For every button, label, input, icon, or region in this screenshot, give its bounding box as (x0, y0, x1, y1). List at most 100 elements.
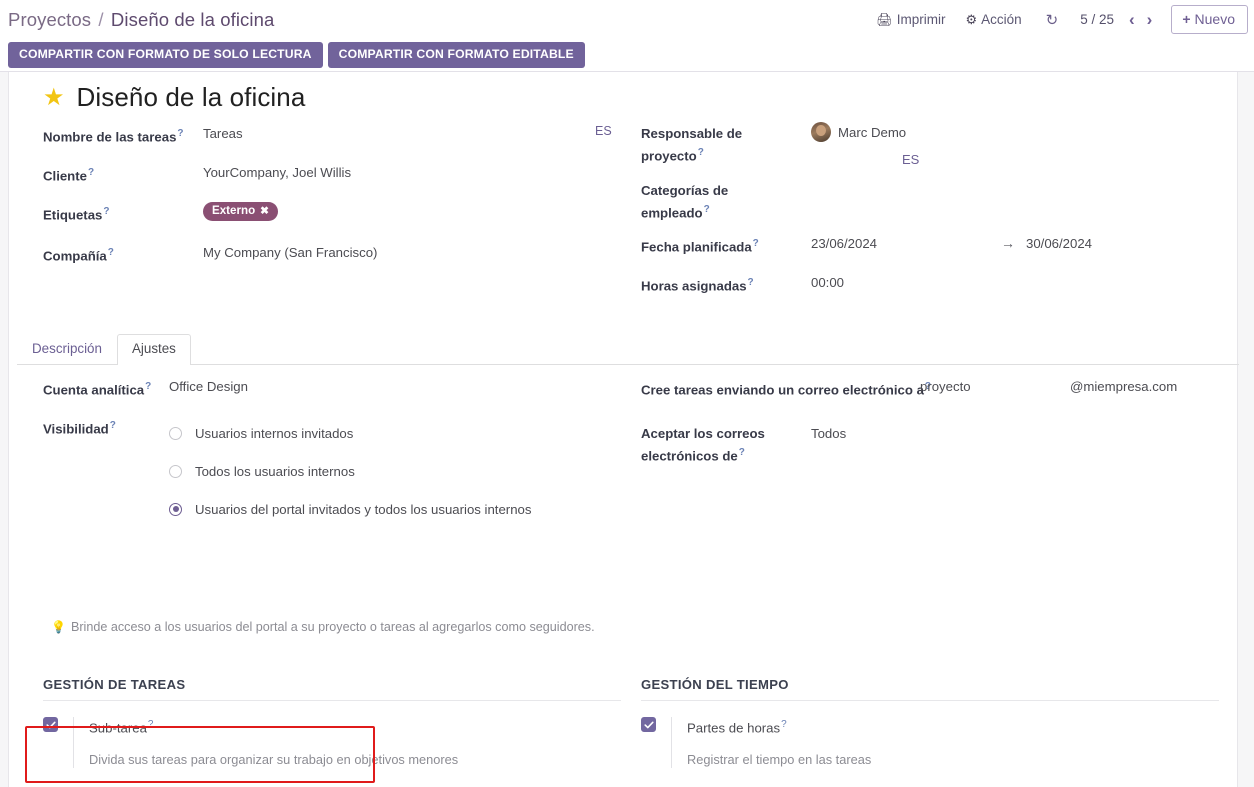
tab-bar: Descripción Ajustes (17, 333, 1239, 365)
radio-icon[interactable] (169, 464, 182, 478)
field-value-analytic-account[interactable]: Office Design (169, 377, 248, 396)
field-label: Compañía? (43, 247, 114, 264)
visibility-radio-group: Usuarios internos invitados Todos los us… (169, 414, 531, 528)
field-label: Categorías de empleado? (641, 183, 729, 221)
field-value-company[interactable]: My Company (San Francisco) (203, 243, 377, 262)
checkbox-timesheets[interactable] (641, 717, 656, 732)
help-icon[interactable]: ? (145, 381, 151, 392)
section-task-management: GESTIÓN DE TAREAS Sub-tarea? Divida sus … (43, 677, 621, 787)
close-icon[interactable]: ✖ (260, 206, 269, 217)
help-icon[interactable]: ? (108, 247, 114, 258)
radio-icon[interactable] (169, 426, 182, 440)
lightbulb-icon: 💡 (51, 620, 66, 634)
printer-icon: 🖨 (876, 12, 893, 27)
help-icon[interactable]: ? (748, 277, 754, 288)
date-range-arrow-icon: → (1001, 235, 1015, 251)
share-readonly-button[interactable]: COMPARTIR CON FORMATO DE SOLO LECTURA (8, 42, 323, 68)
refresh-button[interactable]: ↻ (1032, 7, 1073, 33)
new-button[interactable]: + Nuevo (1171, 5, 1248, 34)
section-title: GESTIÓN DE TAREAS (43, 677, 621, 701)
radio-option-portal-and-internal[interactable]: Usuarios del portal invitados y todos lo… (169, 490, 531, 528)
setting-subtask: Sub-tarea? Divida sus tareas para organi… (43, 701, 621, 769)
lang-badge-task-label[interactable]: ES (595, 124, 612, 138)
field-label: Visibilidad? (43, 420, 116, 437)
field-accept-emails-from: Aceptar los correos electrónicos de? Tod… (641, 424, 1231, 463)
breadcrumb-current: Diseño de la oficina (110, 8, 275, 30)
chevron-left-icon[interactable]: ‹ (1124, 11, 1140, 28)
setting-recurring-tasks: Tareas recurrentes? Autogenerar tareas p… (43, 768, 621, 787)
setting-timesheets: Partes de horas? Registrar el tiempo en … (641, 701, 1219, 769)
radio-option-invited-internal[interactable]: Usuarios internos invitados (169, 414, 531, 452)
field-value-customer[interactable]: YourCompany, Joel Willis (203, 163, 351, 182)
radio-label: Usuarios del portal invitados y todos lo… (195, 501, 532, 517)
field-value-allocated-hours[interactable]: 00:00 (811, 273, 844, 292)
record-title-row: ★ Diseño de la oficina (43, 82, 305, 113)
section-title: GESTIÓN DEL TIEMPO (641, 677, 1219, 701)
help-icon[interactable]: ? (698, 147, 704, 158)
help-icon[interactable]: ? (110, 420, 116, 431)
radio-label: Usuarios internos invitados (195, 425, 354, 441)
field-label: Responsable de proyecto? (641, 126, 743, 164)
share-editable-button[interactable]: COMPARTIR CON FORMATO EDITABLE (327, 42, 585, 68)
print-button[interactable]: 🖨 Imprimir (866, 8, 955, 31)
field-value-tags[interactable]: Externo ✖ (203, 200, 278, 221)
field-analytic-account: Cuenta analítica? Office Design (43, 377, 633, 397)
lang-badge-title[interactable]: ES (902, 152, 919, 167)
checkbox-subtask[interactable] (43, 717, 58, 732)
field-value-accept-emails-from[interactable]: Todos (811, 424, 846, 443)
help-icon[interactable]: ? (103, 206, 109, 217)
field-value-planned-end[interactable]: 30/06/2024 (1026, 234, 1092, 253)
avatar (811, 122, 831, 142)
refresh-icon: ↻ (1045, 11, 1059, 29)
field-employee-categories: Categorías de empleado? (641, 181, 1221, 220)
new-label: Nuevo (1194, 11, 1235, 27)
field-label: Etiquetas? (43, 206, 110, 223)
tab-ajustes[interactable]: Ajustes (116, 333, 191, 365)
breadcrumb: Proyectos / Diseño de la oficina (0, 9, 274, 31)
pager-count: 5 / 25 (1080, 12, 1114, 27)
field-value-task-label[interactable]: Tareas (203, 124, 243, 143)
field-label: Cuenta analítica? (43, 381, 152, 398)
field-value-email-alias[interactable]: proyecto (920, 377, 971, 396)
field-label: Cree tareas enviando un correo electróni… (641, 381, 932, 398)
visibility-hint: 💡 Brinde acceso a los usuarios del porta… (51, 618, 651, 636)
field-label: Horas asignadas? (641, 277, 754, 294)
section-time-management: GESTIÓN DEL TIEMPO Partes de horas? Regi… (641, 677, 1219, 769)
help-icon[interactable]: ? (781, 719, 787, 730)
help-icon[interactable]: ? (177, 128, 183, 139)
tag-label: Externo (212, 204, 256, 217)
record-sheet: ★ Diseño de la oficina Nombre de las tar… (8, 72, 1239, 787)
project-manager-name: Marc Demo (838, 124, 907, 140)
field-task-label: Nombre de las tareas? Tareas ES (43, 124, 623, 144)
tab-descripcion[interactable]: Descripción (17, 334, 117, 364)
star-icon[interactable]: ★ (43, 85, 65, 110)
page-background-left (0, 72, 8, 787)
field-customer: Cliente? YourCompany, Joel Willis (43, 163, 623, 183)
help-icon[interactable]: ? (704, 204, 710, 215)
help-icon[interactable]: ? (753, 238, 759, 249)
chevron-right-icon[interactable]: › (1142, 11, 1158, 28)
email-alias-domain: @miempresa.com (1070, 379, 1178, 394)
page-title: Diseño de la oficina (76, 82, 306, 112)
field-value-project-manager[interactable]: Marc Demo (811, 122, 906, 142)
help-icon[interactable]: ? (739, 447, 745, 458)
action-button[interactable]: ⚙ Acción (955, 8, 1031, 31)
help-icon[interactable]: ? (148, 719, 154, 730)
field-company: Compañía? My Company (San Francisco) (43, 243, 623, 263)
setting-name: Partes de horas? (687, 719, 787, 736)
help-icon[interactable]: ? (88, 167, 94, 178)
radio-option-all-internal[interactable]: Todos los usuarios internos (169, 452, 531, 490)
radio-label: Todos los usuarios internos (195, 463, 355, 479)
tag-chip[interactable]: Externo ✖ (203, 202, 278, 221)
setting-description: Divida sus tareas para organizar su trab… (89, 752, 459, 768)
print-label: Imprimir (896, 12, 946, 27)
radio-icon-selected[interactable] (169, 502, 182, 516)
field-value-planned-start[interactable]: 23/06/2024 (811, 234, 877, 253)
field-label: Nombre de las tareas? (43, 128, 184, 145)
field-project-manager: Responsable de proyecto? Marc Demo (641, 122, 1221, 163)
gear-icon: ⚙ (965, 12, 978, 27)
top-bar: Proyectos / Diseño de la oficina 🖨 Impri… (0, 0, 1254, 39)
setting-body: Partes de horas? Registrar el tiempo en … (671, 717, 871, 769)
breadcrumb-root[interactable]: Proyectos (8, 9, 91, 30)
setting-name: Sub-tarea? (89, 719, 154, 736)
